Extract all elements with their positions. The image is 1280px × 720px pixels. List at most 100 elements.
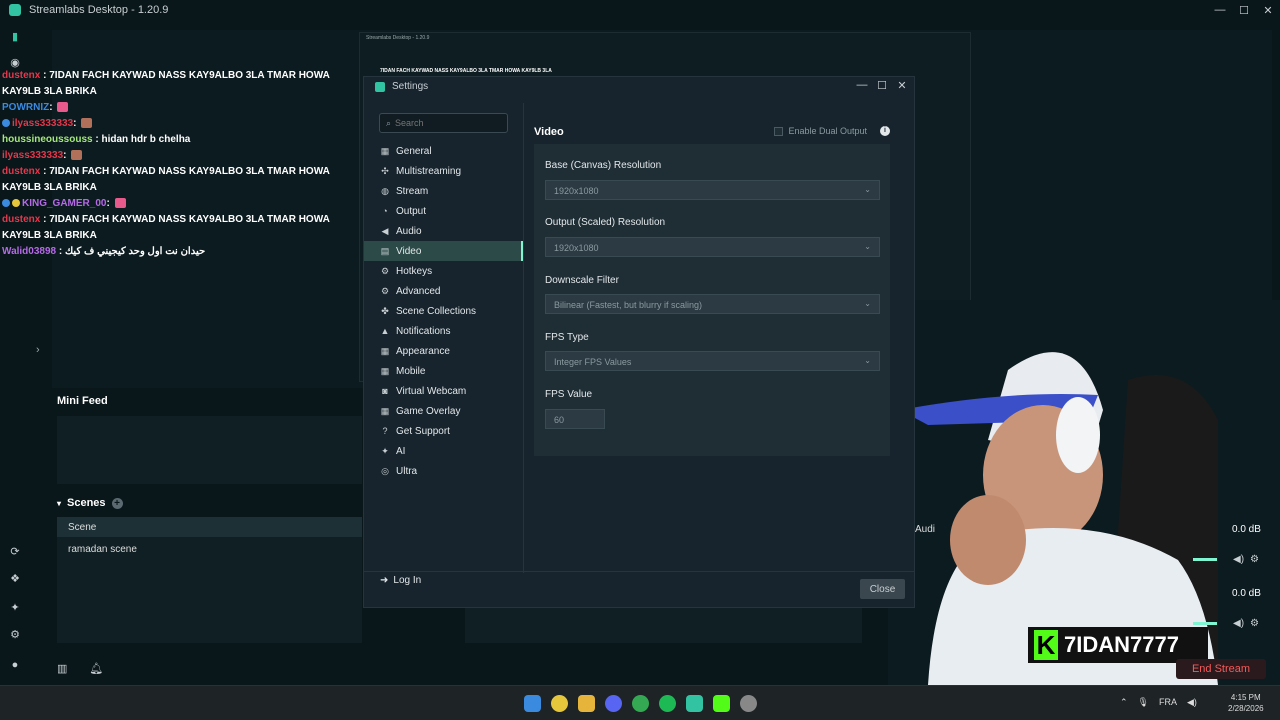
scene-column-header: Scene [57,517,362,537]
kick-logo-icon: K [1034,630,1058,660]
output-resolution-label: Output (Scaled) Resolution [545,217,666,228]
stats-icon[interactable]: ▥ [57,662,67,675]
discord-icon[interactable] [605,695,622,712]
end-stream-button[interactable]: End Stream [1176,659,1266,679]
chat-message: Walid03898 : حيدان نت اول وحد كيجيني ف ك… [2,246,206,257]
chrome-icon[interactable] [632,695,649,712]
search-input[interactable] [395,118,496,128]
nav-scene-collections[interactable]: ✤ Scene Collections [364,301,523,321]
ai-sparkle-icon[interactable]: ✦ [9,602,21,614]
tray-chevron-icon[interactable]: ⌃ [1120,697,1128,708]
studio-mode-icon[interactable]: ⟳ [9,546,21,558]
nav-multistreaming[interactable]: ✣ Multistreaming [364,161,523,181]
system-clock[interactable]: 4:15 PM 2/28/2026 [1228,692,1264,714]
settings-sidebar: ⌕ ▦General ✣Multistreaming ◍Stream ◔Outp… [364,103,524,586]
expand-chevron-icon[interactable]: › [36,344,40,356]
minimize-button[interactable]: — [856,79,868,92]
close-dialog-button[interactable]: ✕ [896,79,908,92]
face-emote-icon [81,118,93,129]
close-window-button[interactable]: ✕ [1256,0,1280,20]
nav-ultra[interactable]: ◎ Ultra [364,461,523,481]
mini-feed-title: Mini Feed [57,395,108,407]
downscale-filter-label: Downscale Filter [545,275,619,286]
collapse-chevron-icon[interactable]: ▾ [57,499,61,508]
language-indicator[interactable]: FRA [1159,697,1177,708]
nav-stream[interactable]: ◍ Stream [364,181,523,201]
nav-game-overlay[interactable]: ▦ Game Overlay [364,401,523,421]
grid-icon: ▦ [380,146,390,156]
globe-icon: ◍ [381,186,389,196]
volume-slider[interactable] [1193,622,1217,625]
downscale-filter-select[interactable]: Bilinear (Fastest, but blurry if scaling… [545,294,880,314]
palette-icon: ▦ [380,346,390,356]
heart-emote-icon [114,198,126,209]
nav-ai[interactable]: ✦ AI [364,441,523,461]
spotify-icon[interactable] [659,695,676,712]
nav-advanced[interactable]: ⚙ Advanced [364,281,523,301]
fps-value-label: FPS Value [545,389,593,400]
heart-emote-icon [57,102,69,113]
obs-icon[interactable] [740,695,757,712]
chat-message: POWRNIZ: [2,100,347,116]
nav-output[interactable]: ◔ Output [364,201,523,221]
settings-search[interactable]: ⌕ [379,113,508,133]
nav-get-support[interactable]: ? Get Support [364,421,523,441]
base-resolution-select[interactable]: 1920x1080 ⌄ [545,180,880,200]
channel-banner: K 7IDAN7777 [1028,627,1208,663]
windows-start-icon[interactable] [524,695,541,712]
microphone-icon[interactable]: 🎙︎ [1138,697,1149,708]
dual-output-checkbox[interactable] [774,126,784,136]
output-icon: ◔ [382,206,388,216]
streamlabs-logo-icon [9,4,21,16]
streamlabs-icon[interactable] [686,695,703,712]
mixer-db-readout: 0.0 dB [1232,524,1261,535]
info-icon[interactable]: i [880,126,890,136]
chat-message: houssineoussouss : hidan hdr b chelha [2,134,191,145]
scene-item[interactable]: ramadan scene [68,544,137,555]
video-settings-card: Base (Canvas) Resolution 1920x1080 ⌄ Outp… [534,144,890,456]
maximize-button[interactable]: ☐ [876,79,888,92]
settings-gear-icon[interactable]: ⚙ [9,629,21,641]
maximize-button[interactable]: ☐ [1232,0,1256,20]
close-button[interactable]: Close [860,579,905,599]
nav-general[interactable]: ▦ General [364,141,523,161]
nav-mobile[interactable]: ▦ Mobile [364,361,523,381]
file-explorer-icon[interactable] [578,695,595,712]
scenes-list: Scene ramadan scene [57,517,362,643]
nav-appearance[interactable]: ▦ Appearance [364,341,523,361]
output-resolution-select[interactable]: 1920x1080 ⌄ [545,237,880,257]
window-titlebar: Streamlabs Desktop - 1.20.9 — ☐ ✕ [0,0,1280,20]
speaker-icon[interactable]: ◀) [1233,618,1244,629]
notification-bell-icon[interactable]: 🔔︎ [89,662,103,675]
volume-icon[interactable]: ◀) [1187,697,1197,708]
volume-slider[interactable] [1193,558,1217,561]
gear-icon[interactable]: ⚙ [1250,554,1259,565]
apps-icon[interactable]: ❖ [9,573,21,585]
nav-audio[interactable]: ◀ Audio [364,221,523,241]
streamlabs-logo-icon [375,82,385,92]
nav-hotkeys[interactable]: ⚙ Hotkeys [364,261,523,281]
badge-icon [2,199,10,208]
settings-titlebar: Settings — ☐ ✕ [364,77,914,97]
profile-icon[interactable]: ● [9,659,21,671]
gear-icon[interactable]: ⚙ [1250,618,1259,629]
minimize-button[interactable]: — [1208,0,1232,20]
fps-value-input[interactable]: 60 [545,409,605,429]
scenes-header: ▾ Scenes + [57,497,123,509]
nav-notifications[interactable]: ▲ Notifications [364,321,523,341]
nav-virtual-webcam[interactable]: ◙ Virtual Webcam [364,381,523,401]
window-title: Streamlabs Desktop - 1.20.9 [29,4,169,16]
chrome-icon[interactable] [551,695,568,712]
dual-output-toggle[interactable]: Enable Dual Output i [774,126,890,136]
speaker-icon[interactable]: ◀) [1233,554,1244,565]
add-scene-icon[interactable]: + [111,497,123,509]
editor-icon[interactable]: ▮ [9,31,21,43]
nav-video[interactable]: ▤ Video [364,241,523,261]
fps-type-select[interactable]: Integer FPS Values ⌄ [545,351,880,371]
settings-dialog: Settings — ☐ ✕ ⌕ ▦General ✣Multistreamin… [363,76,915,608]
kick-icon[interactable] [713,695,730,712]
chat-message: ilyass333333: [2,116,347,132]
multistream-icon: ✣ [381,166,389,176]
mobile-icon: ▦ [380,366,390,376]
gears-icon: ⚙ [380,286,390,296]
